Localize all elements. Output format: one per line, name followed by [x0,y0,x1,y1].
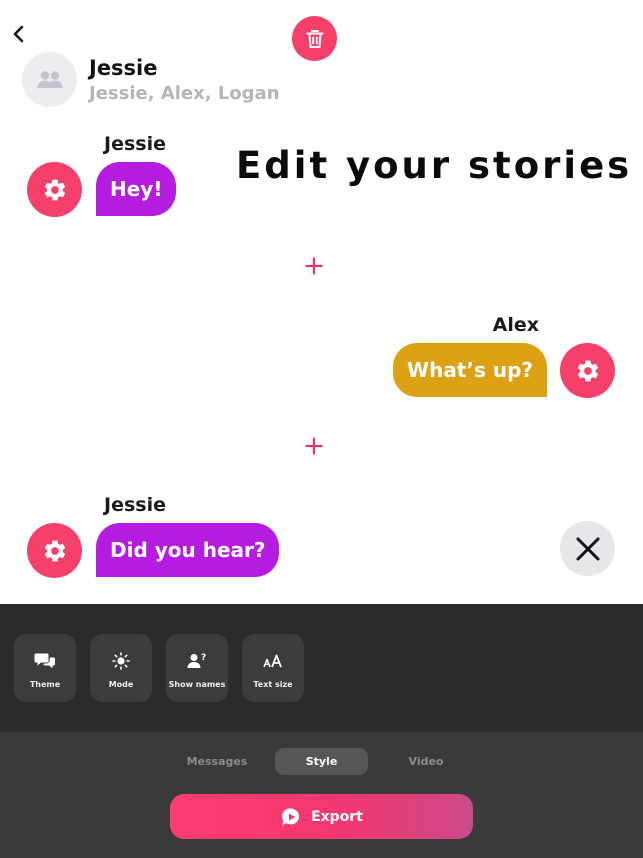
tab-messages[interactable]: Messages [172,748,262,775]
gear-icon [577,360,598,381]
option-theme[interactable]: Theme [14,634,76,702]
message-bubble[interactable]: Hey! [96,162,177,216]
group-icon [37,70,62,88]
plus-icon [305,437,323,455]
text-size-icon [263,654,282,667]
chat-bubbles-icon [34,653,55,668]
svg-text:?: ? [201,653,206,663]
headline: Edit your stories [236,144,633,187]
plus-icon [305,257,323,275]
trash-icon [306,29,323,48]
chevron-left-icon [13,25,24,43]
option-mode[interactable]: Mode [90,634,152,702]
message-settings-button[interactable] [27,523,82,578]
option-show-names[interactable]: ? Show names [166,634,228,702]
tab-style[interactable]: Style [275,748,368,775]
close-icon [576,537,599,560]
message-bubble[interactable]: What’s up? [393,343,547,397]
person-question-icon: ? [187,653,206,668]
message-bubble[interactable]: Did you hear? [96,523,280,577]
avatar [22,52,77,107]
tab-video[interactable]: Video [381,748,471,775]
option-label: Theme [29,679,61,689]
close-button[interactable] [560,521,615,576]
option-label: Text size [253,679,293,689]
message-settings-button[interactable] [27,162,82,217]
message-settings-button[interactable] [560,343,615,398]
gear-icon [44,179,65,200]
export-button[interactable]: Export [170,794,473,839]
message-sender: Alex [492,314,539,336]
option-label: Mode [108,679,134,689]
back-button[interactable] [9,22,29,46]
add-message-button[interactable] [302,434,326,458]
gear-icon [44,540,65,561]
delete-button[interactable] [292,16,337,61]
conversation-name: Jessie [89,56,158,80]
message-sender: Jessie [104,494,166,516]
export-logo-icon [282,807,300,825]
message-sender: Jessie [104,133,166,155]
option-text-size[interactable]: Text size [242,634,304,702]
option-label: Show names [168,679,226,689]
conversation-members: Jessie, Alex, Logan [89,83,280,104]
add-message-button[interactable] [302,254,326,278]
export-label: Export [311,808,363,825]
sun-icon [112,651,130,670]
